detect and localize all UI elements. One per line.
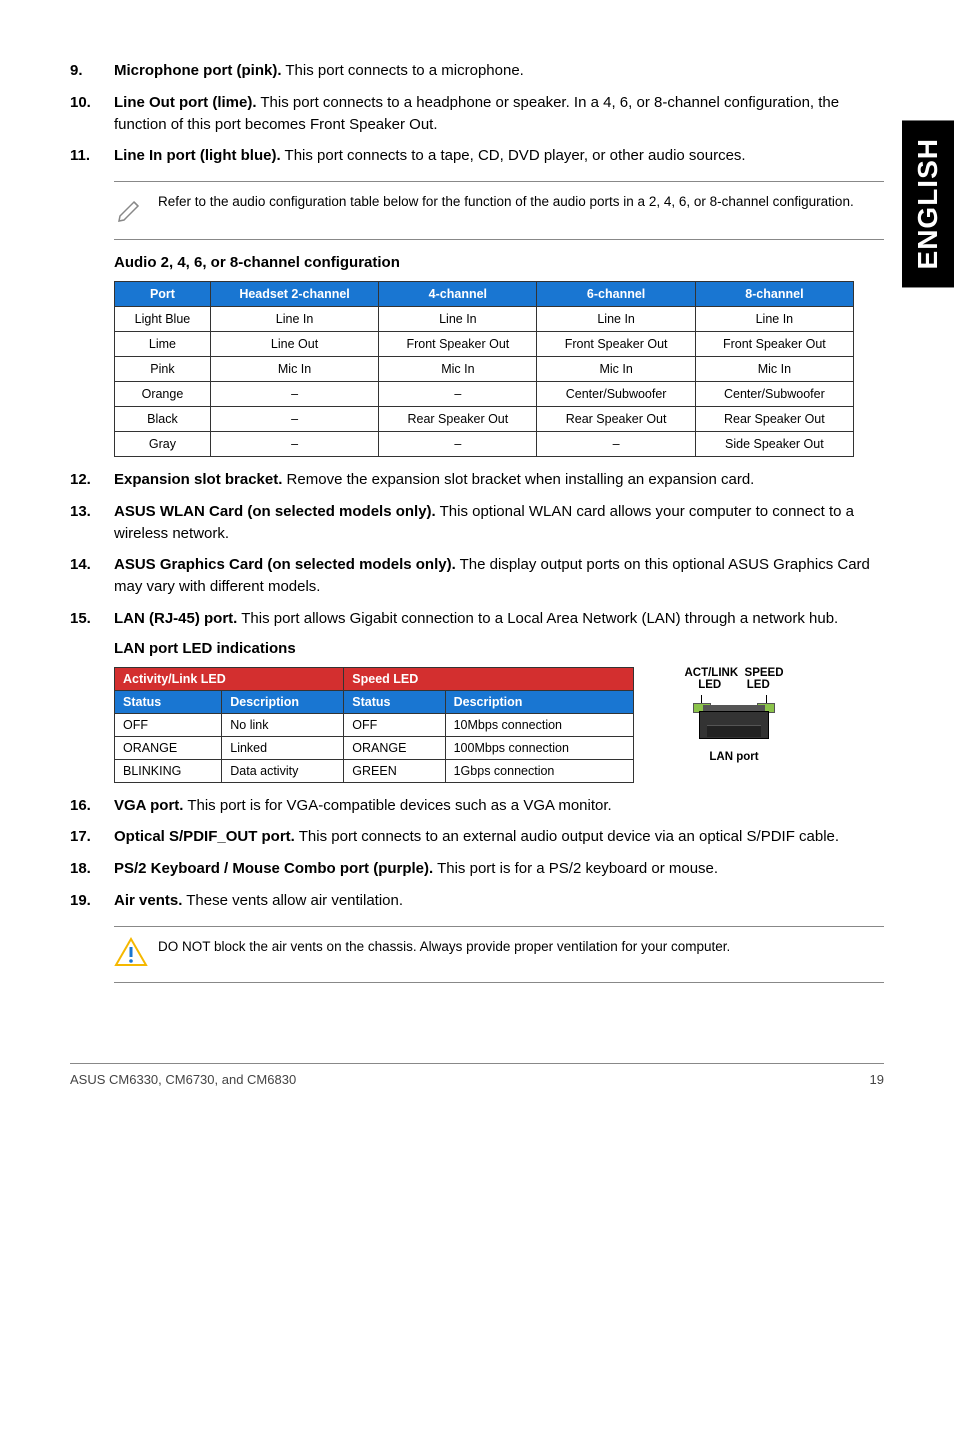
table-header: Headset 2-channel [210, 282, 378, 307]
table-row: Black–Rear Speaker OutRear Speaker OutRe… [115, 407, 854, 432]
list-item: 14.ASUS Graphics Card (on selected model… [70, 554, 884, 598]
list-item: 17.Optical S/PDIF_OUT port. This port co… [70, 826, 884, 848]
led-section: Activity/Link LED Speed LED Status Descr… [114, 667, 884, 783]
item-text: LAN (RJ-45) port. This port allows Gigab… [114, 608, 884, 630]
note-text: Refer to the audio configuration table b… [158, 192, 884, 212]
table-header: Description [222, 690, 344, 713]
table-header: Status [115, 690, 222, 713]
table-header: Description [445, 690, 633, 713]
page-footer: ASUS CM6330, CM6730, and CM6830 19 [70, 1063, 884, 1087]
list-12-15: 12.Expansion slot bracket. Remove the ex… [70, 469, 884, 630]
item-number: 13. [70, 501, 114, 545]
page-content: 9.Microphone port (pink). This port conn… [0, 0, 954, 1127]
item-text: VGA port. This port is for VGA-compatibl… [114, 795, 884, 817]
note-box: Refer to the audio configuration table b… [114, 181, 884, 240]
footer-left: ASUS CM6330, CM6730, and CM6830 [70, 1072, 296, 1087]
table-row: LimeLine OutFront Speaker OutFront Speak… [115, 332, 854, 357]
table-header: Port [115, 282, 211, 307]
table-row: PinkMic InMic InMic InMic In [115, 357, 854, 382]
item-text: ASUS Graphics Card (on selected models o… [114, 554, 884, 598]
page-number: 19 [870, 1072, 884, 1087]
list-item: 16.VGA port. This port is for VGA-compat… [70, 795, 884, 817]
table-row: Light BlueLine InLine InLine InLine In [115, 307, 854, 332]
table-row: BLINKINGData activityGREEN1Gbps connecti… [115, 759, 634, 782]
table-header: Status [344, 690, 445, 713]
table-row: Orange––Center/SubwooferCenter/Subwoofer [115, 382, 854, 407]
language-tab: ENGLISH [902, 120, 954, 287]
item-text: Air vents. These vents allow air ventila… [114, 890, 884, 912]
warning-text: DO NOT block the air vents on the chassi… [158, 937, 884, 957]
audio-config-table: Port Headset 2-channel 4-channel 6-chann… [114, 281, 854, 457]
table-header: Activity/Link LED [115, 667, 344, 690]
item-text: PS/2 Keyboard / Mouse Combo port (purple… [114, 858, 884, 880]
table-header: 8-channel [695, 282, 853, 307]
item-text: ASUS WLAN Card (on selected models only)… [114, 501, 884, 545]
item-number: 10. [70, 92, 114, 136]
item-text: Line Out port (lime). This port connects… [114, 92, 884, 136]
item-number: 17. [70, 826, 114, 848]
list-item: 9.Microphone port (pink). This port conn… [70, 60, 884, 82]
audio-config-heading: Audio 2, 4, 6, or 8-channel configuratio… [114, 254, 884, 271]
item-text: Microphone port (pink). This port connec… [114, 60, 884, 82]
list-item: 15.LAN (RJ-45) port. This port allows Gi… [70, 608, 884, 630]
item-text: Line In port (light blue). This port con… [114, 145, 884, 167]
warning-icon [114, 937, 158, 972]
item-number: 18. [70, 858, 114, 880]
table-header: 4-channel [379, 282, 537, 307]
rj45-port-icon [689, 697, 779, 747]
table-row: Gray–––Side Speaker Out [115, 432, 854, 457]
list-item: 13.ASUS WLAN Card (on selected models on… [70, 501, 884, 545]
table-row: OFFNo linkOFF10Mbps connection [115, 713, 634, 736]
list-9-11: 9.Microphone port (pink). This port conn… [70, 60, 884, 167]
item-number: 12. [70, 469, 114, 491]
led-indications-heading: LAN port LED indications [114, 640, 884, 657]
warning-box: DO NOT block the air vents on the chassi… [114, 926, 884, 983]
list-item: 12.Expansion slot bracket. Remove the ex… [70, 469, 884, 491]
lan-port-diagram: ACT/LINK SPEED LED LED LAN port [664, 667, 804, 763]
item-text: Optical S/PDIF_OUT port. This port conne… [114, 826, 884, 848]
item-number: 15. [70, 608, 114, 630]
table-header: 6-channel [537, 282, 695, 307]
item-number: 9. [70, 60, 114, 82]
pencil-icon [114, 192, 158, 229]
led-table: Activity/Link LED Speed LED Status Descr… [114, 667, 634, 783]
list-item: 11.Line In port (light blue). This port … [70, 145, 884, 167]
table-row: ORANGELinkedORANGE100Mbps connection [115, 736, 634, 759]
item-number: 11. [70, 145, 114, 167]
item-number: 14. [70, 554, 114, 598]
list-16-19: 16.VGA port. This port is for VGA-compat… [70, 795, 884, 912]
table-header: Speed LED [344, 667, 634, 690]
item-text: Expansion slot bracket. Remove the expan… [114, 469, 884, 491]
list-item: 18.PS/2 Keyboard / Mouse Combo port (pur… [70, 858, 884, 880]
item-number: 16. [70, 795, 114, 817]
list-item: 19.Air vents. These vents allow air vent… [70, 890, 884, 912]
list-item: 10.Line Out port (lime). This port conne… [70, 92, 884, 136]
item-number: 19. [70, 890, 114, 912]
